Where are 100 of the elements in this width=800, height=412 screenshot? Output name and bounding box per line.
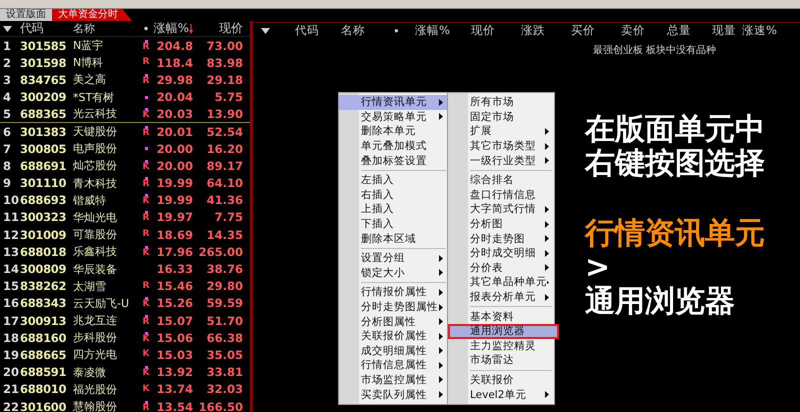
price: 33.81	[206, 365, 243, 380]
menu-item[interactable]: 其它单品种单元	[448, 275, 554, 290]
menu-item[interactable]: 交易策略单元	[339, 110, 448, 124]
menu-item[interactable]: 买卖队列属性	[339, 387, 448, 402]
menu-item[interactable]: 关联报价属性	[339, 328, 448, 344]
stock-code: 301009	[20, 228, 68, 242]
price: 66.38	[206, 330, 243, 345]
price: 41.36	[206, 193, 243, 208]
tab[interactable]: 设置版面	[0, 9, 52, 21]
menu-item[interactable]: 综合排名	[448, 172, 554, 188]
menu-item[interactable]: 删除本单元	[339, 124, 448, 139]
menu-item[interactable]: 下插入	[339, 216, 448, 232]
column-header[interactable]: 代码	[20, 20, 70, 37]
menu-item[interactable]: 分析图	[448, 216, 554, 232]
row-number: 5	[2, 106, 12, 121]
price: 14.35	[206, 228, 243, 242]
stock-code: 688691	[20, 158, 68, 173]
menu-item[interactable]: 设置分组	[339, 250, 448, 266]
market-tag: K	[142, 334, 150, 344]
menu-item[interactable]: 左插入	[339, 172, 448, 188]
menu-item[interactable]: 扩展	[448, 124, 554, 139]
menu-item[interactable]: 锁定大小	[339, 266, 448, 280]
market-tag: R	[142, 180, 150, 190]
menu-item[interactable]: 大字简式行情	[448, 202, 554, 217]
stock-code: 688591	[20, 365, 68, 380]
market-tag: K	[142, 197, 150, 206]
price: 5.75	[214, 90, 243, 104]
stock-name: 四方光电	[72, 347, 118, 362]
menu-item[interactable]: 市场监控属性	[339, 372, 448, 388]
row-number: 1	[2, 38, 12, 53]
stock-code: 688160	[20, 330, 68, 345]
dropdown-icon[interactable]	[3, 26, 12, 32]
tab[interactable]: 大单资金分时	[52, 9, 132, 21]
column-header[interactable]: 现价	[471, 23, 521, 38]
market-tag: R	[142, 42, 150, 52]
column-header[interactable]: 涨跌	[521, 23, 571, 38]
menu-item[interactable]: 通用浏览器	[448, 324, 559, 338]
change-percent: 19.99	[156, 176, 193, 190]
column-header[interactable]: 名称	[341, 23, 393, 38]
menu-item[interactable]: 关联报价	[448, 372, 554, 388]
column-header[interactable]: 现量	[712, 23, 742, 38]
row-number: 15	[2, 279, 20, 294]
stock-name: 锴威特	[72, 192, 107, 208]
menu-item[interactable]: 行情信息属性	[339, 358, 448, 373]
column-header[interactable]: 卖价	[621, 23, 667, 38]
column-header[interactable]: 涨速%	[742, 23, 784, 38]
market-tag: K	[142, 300, 150, 310]
menu-item[interactable]: 市场雷达	[448, 353, 554, 368]
row-number: 2	[2, 56, 12, 70]
column-header[interactable]: 名称	[70, 21, 139, 36]
menu-item[interactable]: 分价表	[448, 260, 554, 276]
menu-item[interactable]: 上插入	[339, 202, 448, 217]
stock-name: 电声股份	[72, 141, 118, 156]
menu-item[interactable]: 成交明细属性	[339, 344, 448, 358]
menu-item[interactable]: 行情报价属性	[339, 285, 448, 300]
column-header[interactable]: 涨幅%	[415, 23, 471, 38]
price: 16.20	[206, 142, 243, 156]
menu-item[interactable]: 固定市场	[448, 110, 554, 124]
menu-item[interactable]: 一级行业类型	[448, 153, 554, 168]
price: 59.59	[206, 296, 243, 310]
column-header[interactable]: 代码	[295, 23, 341, 38]
menu-item[interactable]: 其它市场类型	[448, 138, 554, 154]
market-tag: R	[142, 128, 150, 138]
menu-item[interactable]: 单元叠加模式	[339, 138, 448, 154]
column-header[interactable]: •	[393, 24, 415, 38]
menu-item[interactable]: 叠加标签设置	[339, 153, 448, 168]
change-percent: 20.01	[156, 124, 193, 139]
change-percent: 15.07	[156, 314, 193, 328]
market-tag: R	[142, 230, 150, 240]
menu-item[interactable]: 盘口行情信息	[448, 188, 554, 202]
menu-item[interactable]: 报表分析单元	[448, 290, 554, 304]
menu-item[interactable]: Level2单元	[448, 387, 554, 402]
stock-name: 慧翰股份	[72, 399, 118, 412]
menu-item[interactable]: 所有市场	[448, 95, 554, 110]
menu-item[interactable]: 分析图属性	[339, 314, 448, 329]
change-percent: 19.97	[156, 210, 193, 224]
column-header[interactable]: 买价	[571, 23, 621, 38]
row-number: 8	[2, 158, 12, 173]
column-header[interactable]: •	[139, 22, 153, 36]
menu-item[interactable]: 右插入	[339, 188, 448, 202]
menu-item[interactable]: 分时走势图属性	[339, 300, 448, 314]
change-percent: 13.92	[156, 365, 193, 380]
menu-item[interactable]: 主力监控精灵	[448, 338, 554, 354]
change-percent: 204.8	[156, 38, 193, 53]
column-header[interactable]: 现价	[193, 20, 243, 37]
column-header[interactable]: 涨幅%	[153, 20, 193, 37]
menu-item[interactable]: 分时成交明细	[448, 246, 554, 261]
dropdown-icon[interactable]	[261, 28, 270, 34]
menu-item[interactable]: 行情资讯单元	[339, 95, 448, 110]
menu-item[interactable]: 删除本区域	[339, 231, 448, 246]
menu-item[interactable]: 分时走势图	[448, 231, 554, 246]
stock-name: 美之高	[72, 72, 107, 88]
annotation-text: 在版面单元中	[585, 113, 765, 147]
column-header[interactable]: 总量	[667, 23, 712, 38]
row-number: 9	[2, 176, 12, 190]
stock-name: 乐鑫科技	[72, 244, 118, 260]
stock-code: 688693	[20, 193, 68, 208]
menu-item[interactable]: 基本资料	[448, 309, 554, 324]
row-number: 6	[2, 124, 12, 139]
stock-code: 301585	[20, 38, 68, 53]
